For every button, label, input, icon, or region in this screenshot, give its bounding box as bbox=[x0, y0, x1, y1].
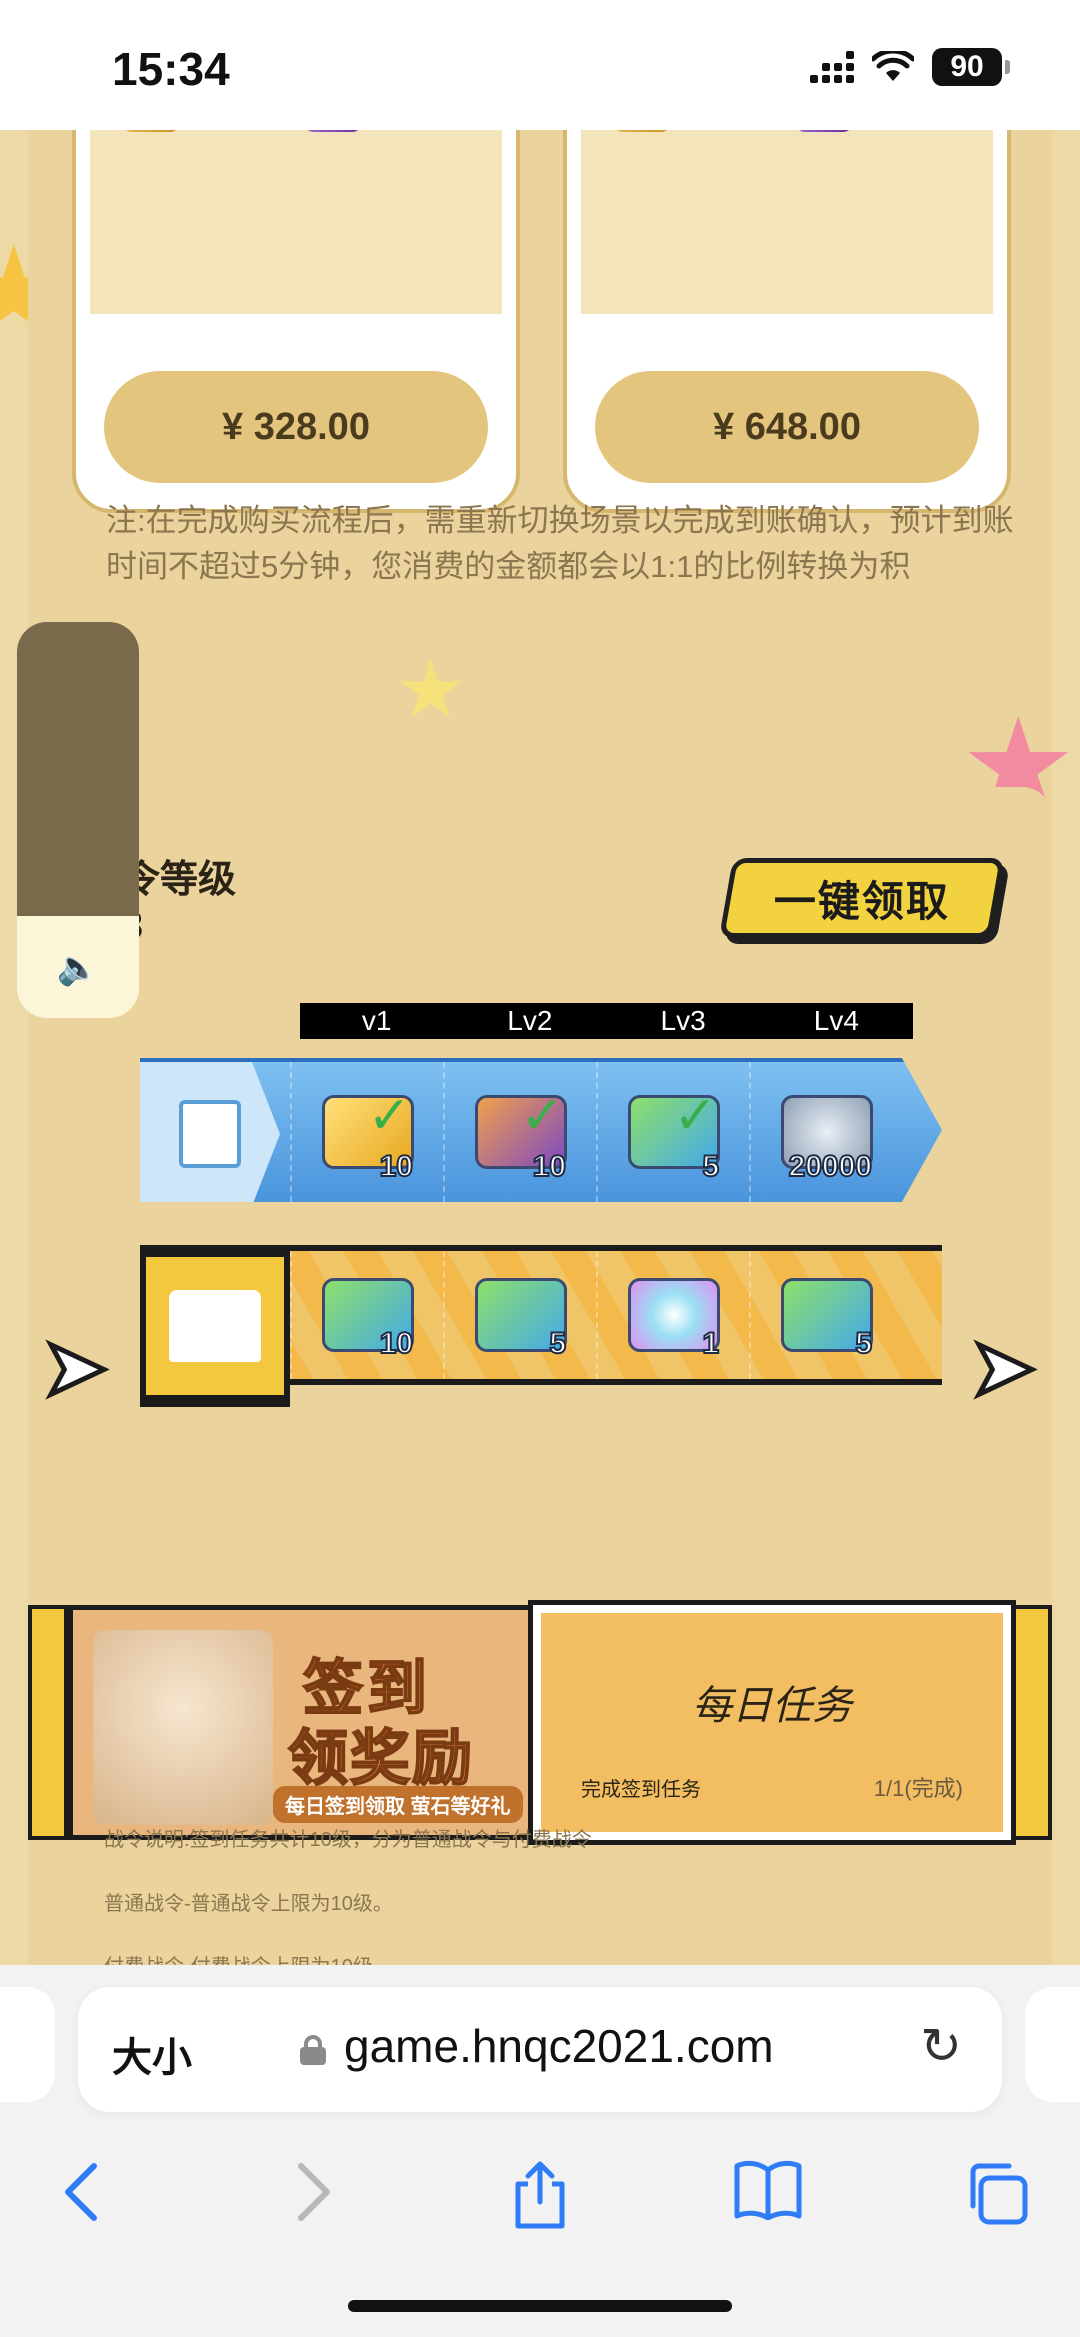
pass-description: 普通战令-普通战令上限为10级。 bbox=[104, 1893, 393, 1915]
reward-item[interactable]: 5 bbox=[749, 1251, 902, 1379]
tabs-icon[interactable] bbox=[963, 2160, 1029, 2226]
lock-icon bbox=[300, 2035, 326, 2065]
level-label: v1 bbox=[361, 1005, 392, 1036]
level-label: Lv4 bbox=[813, 1005, 859, 1036]
recharge-panel: 328+1640 ¥ 328.00 648+3240 ¥ 648.00 注:在完… bbox=[28, 130, 1052, 850]
purple-chest-icon bbox=[794, 130, 853, 132]
free-pass-book-icon bbox=[140, 1062, 280, 1202]
browser-address-area: 大小 game.hnqc2021.com ↻ bbox=[0, 1965, 1080, 2130]
battle-pass-level-title: 令等级 bbox=[122, 859, 237, 901]
pack-card-648[interactable]: 648+3240 ¥ 648.00 bbox=[563, 130, 1011, 513]
share-icon[interactable] bbox=[510, 2160, 570, 2230]
battery-level: 90 bbox=[932, 48, 1002, 86]
pack-card-328[interactable]: 328+1640 ¥ 328.00 bbox=[72, 130, 520, 513]
pass-description: 付费战令-付费战令上限为10级 bbox=[104, 1950, 904, 1965]
forward-icon[interactable] bbox=[295, 2160, 335, 2224]
pack-amount: 648+3240 bbox=[567, 130, 1007, 136]
gold-chest-icon bbox=[613, 130, 672, 132]
home-indicator bbox=[348, 2300, 732, 2312]
previous-tab-preview[interactable] bbox=[0, 1987, 55, 2102]
claim-all-button[interactable]: 一键领取 bbox=[718, 858, 1006, 938]
volume-hud[interactable]: 🔈 bbox=[17, 622, 139, 1018]
star-decoration-icon: ★ bbox=[395, 645, 467, 734]
next-tab-preview[interactable] bbox=[1025, 1987, 1080, 2102]
reward-item[interactable]: 5 bbox=[443, 1251, 596, 1379]
reload-icon[interactable]: ↻ bbox=[920, 2017, 962, 2075]
reward-item[interactable]: 1 bbox=[596, 1251, 749, 1379]
status-icons: 90 bbox=[810, 48, 1010, 86]
status-bar: 15:34 90 bbox=[0, 0, 1080, 130]
level-label: Lv2 bbox=[507, 1005, 553, 1036]
next-arrow-icon[interactable]: ➤ bbox=[958, 1321, 1048, 1414]
level-label: Lv3 bbox=[660, 1005, 706, 1036]
reward-item[interactable]: 10 bbox=[290, 1251, 443, 1379]
battery-icon: 90 bbox=[932, 48, 1010, 86]
pass-description: 战令说明:签到任务共计10级，分为普通战令与付费战令 bbox=[104, 1829, 592, 1851]
reward-item[interactable]: ✓ 10 bbox=[290, 1062, 443, 1202]
pack-amount: 328+1640 bbox=[76, 130, 516, 136]
back-icon[interactable] bbox=[60, 2160, 100, 2224]
status-time: 15:34 bbox=[112, 43, 230, 95]
buy-button-648[interactable]: ¥ 648.00 bbox=[595, 371, 979, 483]
banner-row: 签到 领奖励 每日签到领取 萤石等好礼 每日任务 完成签到任务 1/1(完成) bbox=[28, 1600, 1052, 1845]
reward-item[interactable]: 20000 bbox=[749, 1062, 902, 1202]
purchase-note: 注:在完成购买流程后，需重新切换场景以完成到账确认，预计到账时间不超过5分钟，您… bbox=[106, 503, 1014, 584]
web-content[interactable]: ★ 328+1640 ¥ 328.00 648+3240 ¥ 648.00 注:… bbox=[0, 130, 1080, 1965]
cellular-signal-icon bbox=[810, 51, 854, 83]
volume-level-fill bbox=[17, 622, 139, 916]
buy-button-328[interactable]: ¥ 328.00 bbox=[104, 371, 488, 483]
gold-chest-icon bbox=[122, 130, 181, 132]
check-icon: ✓ bbox=[520, 1087, 565, 1145]
bookmarks-icon[interactable] bbox=[733, 2160, 803, 2220]
wifi-icon bbox=[872, 51, 914, 81]
free-pass-row[interactable]: ✓ 10 ✓ 10 ✓ 5 20000 bbox=[140, 1058, 942, 1202]
paid-pass-row[interactable]: 10 5 1 5 bbox=[140, 1245, 942, 1401]
sign-in-banner[interactable]: 签到 领奖励 每日签到领取 萤石等好礼 bbox=[68, 1605, 538, 1840]
reward-item[interactable]: ✓ 5 bbox=[596, 1062, 749, 1202]
url-text[interactable]: game.hnqc2021.com bbox=[344, 2019, 774, 2073]
paid-reward-list: 10 5 1 5 bbox=[290, 1251, 902, 1379]
prev-arrow-icon[interactable]: ➤ bbox=[30, 1321, 120, 1414]
level-header: v1 Lv2 Lv3 Lv4 bbox=[300, 1003, 913, 1039]
daily-task-title: 每日任务 bbox=[692, 1684, 852, 1728]
speaker-icon: 🔈 bbox=[56, 949, 100, 987]
daily-task-card[interactable]: 每日任务 完成签到任务 1/1(完成) bbox=[528, 1600, 1016, 1845]
text-size-button[interactable]: 大小 bbox=[112, 2025, 192, 2083]
daily-task-name: 完成签到任务 bbox=[581, 1779, 701, 1801]
check-icon: ✓ bbox=[673, 1087, 718, 1145]
daily-task-progress: 1/1(完成) bbox=[873, 1776, 963, 1801]
reward-item[interactable]: ✓ 10 bbox=[443, 1062, 596, 1202]
check-icon: ✓ bbox=[367, 1087, 412, 1145]
character-illustration bbox=[93, 1630, 273, 1825]
free-reward-list: ✓ 10 ✓ 10 ✓ 5 20000 bbox=[290, 1062, 902, 1202]
paid-pass-book-icon bbox=[140, 1251, 290, 1401]
purple-chest-icon bbox=[303, 130, 362, 132]
address-bar[interactable]: 大小 game.hnqc2021.com ↻ bbox=[78, 1987, 1002, 2112]
